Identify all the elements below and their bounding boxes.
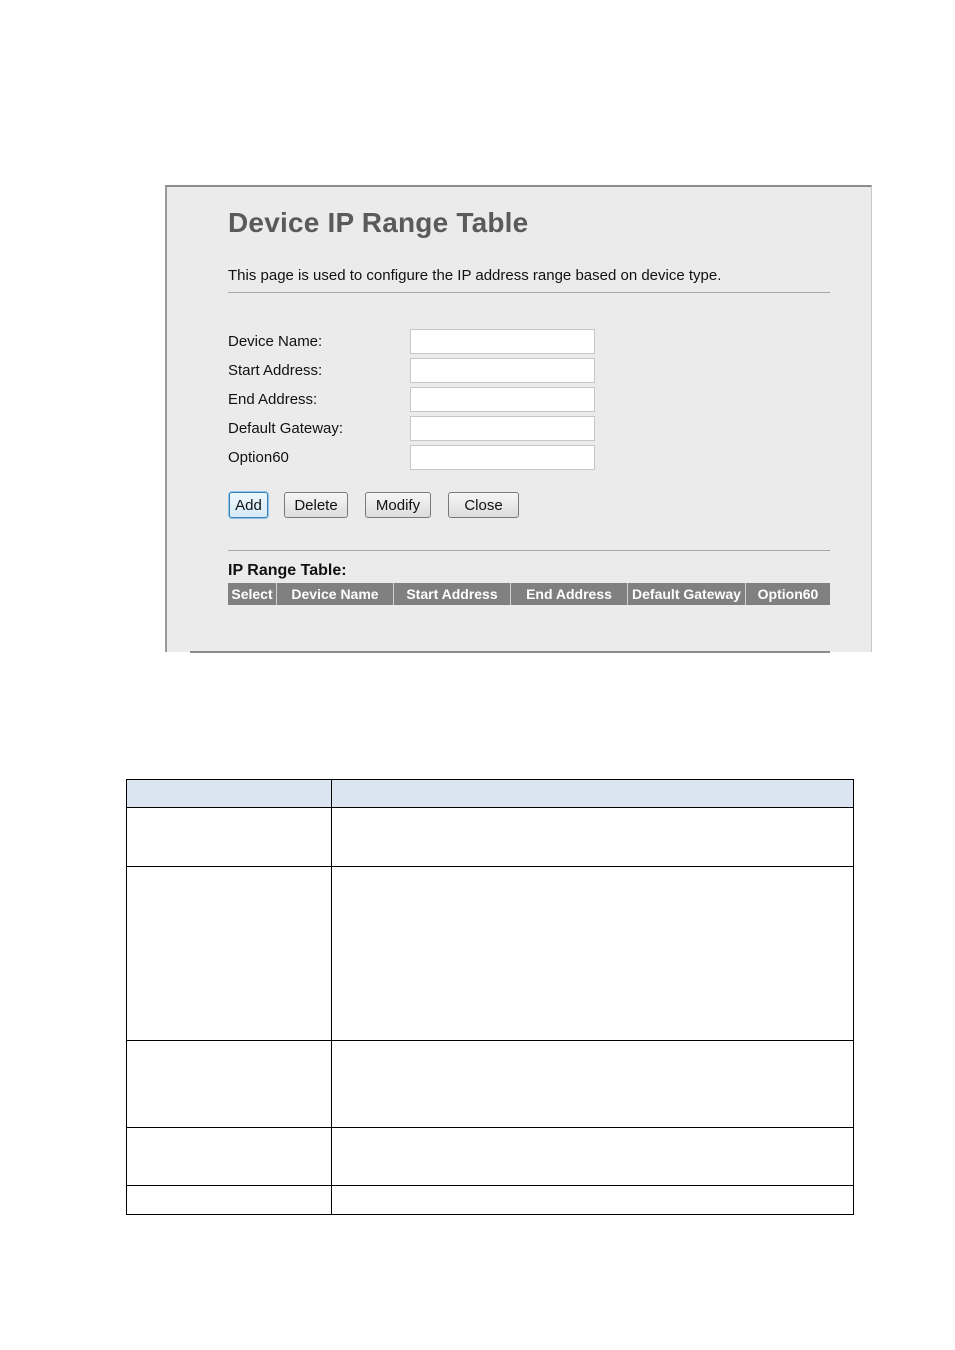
page-title: Device IP Range Table — [228, 207, 529, 238]
panel-bottom-edge — [190, 651, 830, 653]
table-row — [126, 1040, 854, 1128]
default-gateway-label: Default Gateway: — [228, 420, 344, 437]
screenshot-panel: Device IP Range Table This page is used … — [165, 185, 872, 652]
column-header-device-name: Device Name — [276, 583, 394, 605]
option60-input[interactable] — [410, 445, 595, 470]
start-address-input[interactable] — [410, 358, 595, 383]
table-cell — [126, 1185, 332, 1215]
table-cell — [331, 807, 854, 867]
table-cell — [126, 1040, 332, 1128]
end-address-label: End Address: — [228, 391, 318, 408]
ip-range-table: Select Device Name Start Address End Add… — [228, 583, 830, 605]
page-description: This page is used to configure the IP ad… — [228, 267, 722, 284]
form-row-device-name: Device Name: — [228, 329, 628, 355]
table-row — [126, 866, 854, 1041]
form-row-start-address: Start Address: — [228, 358, 628, 384]
table-cell — [331, 1127, 854, 1186]
table-cell — [331, 1185, 854, 1215]
table-row — [126, 1127, 854, 1186]
form-row-default-gateway: Default Gateway: — [228, 416, 628, 442]
device-name-label: Device Name: — [228, 333, 323, 350]
description-table-header — [126, 779, 854, 808]
ip-range-table-header: Select Device Name Start Address End Add… — [228, 583, 830, 605]
table-row — [126, 807, 854, 867]
divider-middle — [228, 550, 830, 551]
table-cell — [331, 1040, 854, 1128]
add-button[interactable]: Add — [229, 492, 268, 518]
table-cell — [126, 807, 332, 867]
header-cell-field — [126, 779, 332, 808]
ip-range-table-title: IP Range Table: — [228, 562, 347, 579]
modify-button[interactable]: Modify — [365, 492, 431, 518]
column-header-select: Select — [228, 583, 277, 605]
column-header-start-address: Start Address — [393, 583, 511, 605]
column-header-option60: Option60 — [745, 583, 830, 605]
form-row-option60: Option60 — [228, 445, 628, 471]
divider-top — [228, 292, 830, 293]
device-name-input[interactable] — [410, 329, 595, 354]
table-cell — [126, 1127, 332, 1186]
default-gateway-input[interactable] — [410, 416, 595, 441]
table-cell — [331, 866, 854, 1041]
field-description-table — [126, 779, 854, 1215]
form-row-end-address: End Address: — [228, 387, 628, 413]
table-row — [126, 1185, 854, 1215]
column-header-end-address: End Address — [510, 583, 628, 605]
delete-button[interactable]: Delete — [284, 492, 348, 518]
column-header-default-gateway: Default Gateway — [627, 583, 746, 605]
close-button[interactable]: Close — [448, 492, 519, 518]
start-address-label: Start Address: — [228, 362, 323, 379]
header-cell-description — [331, 779, 854, 808]
end-address-input[interactable] — [410, 387, 595, 412]
table-cell — [126, 866, 332, 1041]
option60-label: Option60 — [228, 449, 289, 466]
